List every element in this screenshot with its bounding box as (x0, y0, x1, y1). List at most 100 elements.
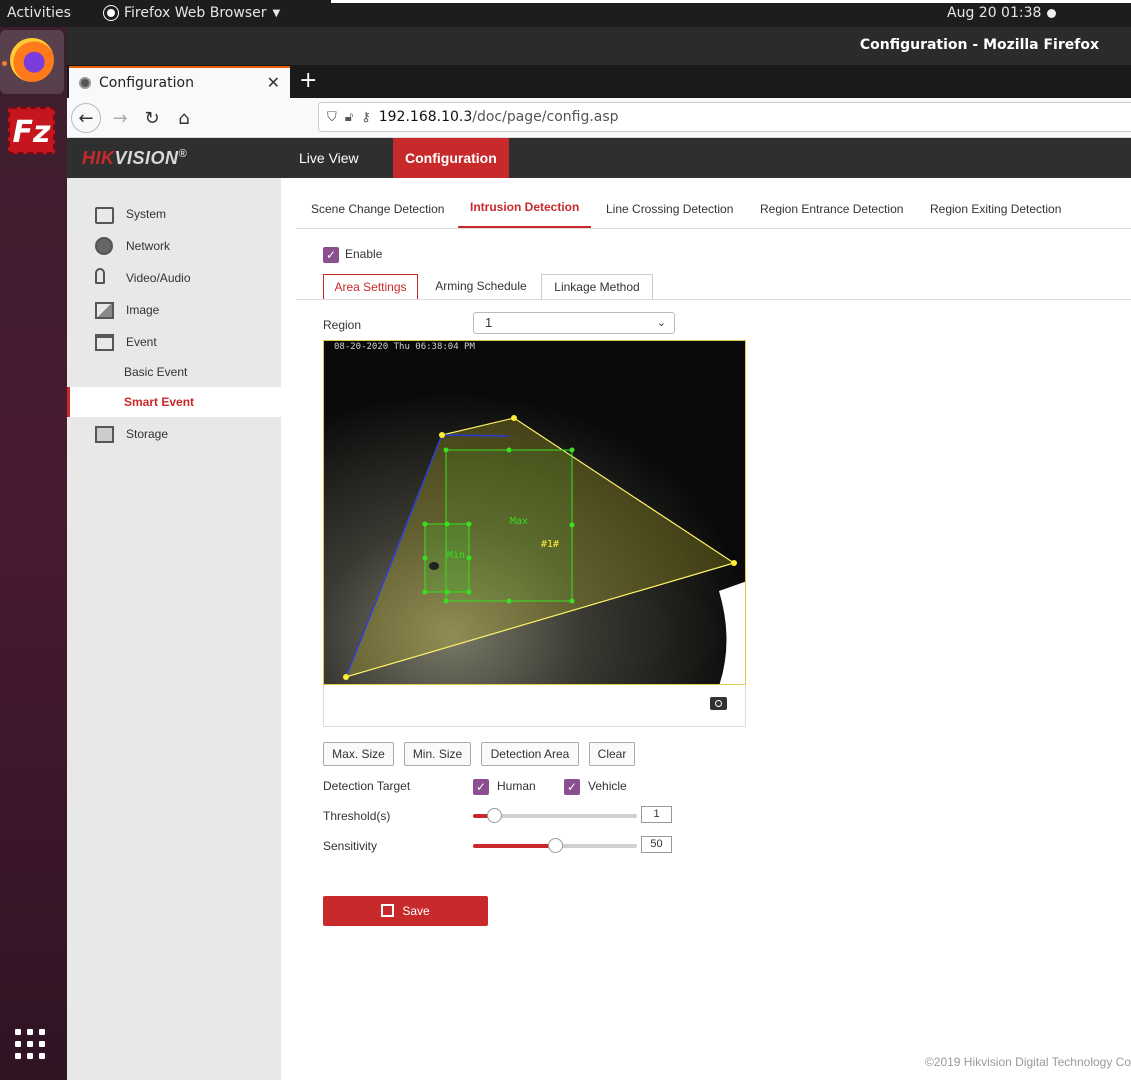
min-label: Min (447, 550, 465, 561)
activities-button[interactable]: Activities (7, 5, 71, 21)
human-label: Human (497, 779, 536, 793)
threshold-slider-handle[interactable] (487, 808, 503, 823)
region-number-label: #1# (541, 539, 559, 550)
region-select[interactable]: 1 ⌄ (473, 312, 675, 334)
camera-favicon-icon (79, 77, 91, 89)
filezilla-icon: Fz (12, 115, 51, 150)
grid-dot-icon (15, 1029, 21, 1035)
sidebar-item-storage[interactable]: Storage (67, 419, 281, 449)
sensitivity-label: Sensitivity (323, 839, 378, 853)
sidebar-item-network[interactable]: Network (67, 231, 281, 261)
sensitivity-slider[interactable] (473, 838, 637, 853)
sensitivity-slider-handle[interactable] (548, 838, 563, 853)
max-size-button[interactable]: Max. Size (323, 742, 394, 766)
logo-vision: VISION (114, 148, 179, 168)
tab-intrusion-detection[interactable]: Intrusion Detection (470, 200, 579, 214)
insecure-lock-icon[interactable]: 🔓︎ (345, 110, 353, 125)
url-bar[interactable]: ⛉ 🔓︎ ⚷ 192.168.10.3/doc/page/config.asp (318, 102, 1131, 132)
sidebar-item-label: Network (126, 239, 171, 253)
threshold-input[interactable]: 1 (641, 806, 672, 823)
home-button[interactable]: ⌂ (169, 103, 199, 133)
url-path: /doc/page/config.asp (472, 109, 619, 125)
sidebar-item-label: Basic Event (124, 365, 188, 379)
tab-line-crossing-detection[interactable]: Line Crossing Detection (606, 202, 733, 216)
sidebar-item-label: Image (126, 303, 160, 317)
threshold-label: Threshold(s) (323, 809, 391, 823)
app-header: HIKVISION® Live View Configuration (67, 138, 1131, 178)
grid-dot-icon (27, 1041, 33, 1047)
detection-area-button[interactable]: Detection Area (481, 742, 579, 766)
sidebar-item-basic-event[interactable]: Basic Event (67, 357, 281, 387)
step-area-settings[interactable]: Area Settings (323, 274, 418, 300)
clock[interactable]: Aug 20 01:38 (947, 5, 1041, 21)
sensitivity-input[interactable]: 50 (641, 836, 672, 853)
steps-divider (296, 299, 1131, 300)
page-load-indicator (331, 0, 1131, 3)
clear-button[interactable]: Clear (589, 742, 635, 766)
sensitivity-slider-fill (473, 844, 555, 848)
video-preview[interactable]: Max Min #1# 08-20-2020 Thu 06:38:04 PM (323, 340, 746, 685)
active-tab-indicator (458, 226, 591, 228)
threshold-slider[interactable] (473, 808, 637, 823)
new-tab-button[interactable]: + (299, 68, 317, 93)
tab-title: Configuration (99, 75, 194, 91)
image-icon (95, 302, 114, 319)
video-timestamp: 08-20-2020 Thu 06:38:04 PM (334, 342, 475, 352)
save-button-label: Save (402, 904, 430, 918)
dock-firefox[interactable] (0, 30, 64, 94)
running-indicator-icon (2, 61, 7, 66)
tab-scene-change-detection[interactable]: Scene Change Detection (311, 202, 444, 216)
sidebar-item-system[interactable]: System (67, 199, 281, 229)
min-size-button[interactable]: Min. Size (404, 742, 471, 766)
human-checkbox[interactable]: ✓ (473, 779, 489, 795)
tab-region-exiting-detection[interactable]: Region Exiting Detection (930, 202, 1061, 216)
menu-configuration[interactable]: Configuration (393, 138, 509, 178)
detection-target-label: Detection Target (323, 779, 411, 793)
video-toolbar (323, 685, 746, 727)
key-icon[interactable]: ⚷ (361, 110, 371, 125)
grid-dot-icon (27, 1053, 33, 1059)
app-menu[interactable]: Firefox Web Browser ▼ (104, 5, 280, 21)
save-button[interactable]: Save (323, 896, 488, 926)
window-titlebar[interactable]: Configuration - Mozilla Firefox (67, 27, 1131, 65)
globe-icon (95, 237, 113, 255)
sidebar-item-smart-event[interactable]: Smart Event (67, 387, 281, 417)
tab-strip: Configuration ✕ + (67, 65, 1131, 98)
grid-dot-icon (39, 1029, 45, 1035)
menu-live-view[interactable]: Live View (287, 138, 371, 178)
sidebar-item-video-audio[interactable]: Video/Audio (67, 263, 281, 293)
step-linkage-method[interactable]: Linkage Method (541, 274, 653, 300)
grid-dot-icon (39, 1041, 45, 1047)
sidebar-item-label: Smart Event (124, 395, 195, 409)
enable-checkbox[interactable]: ✓ (323, 247, 339, 263)
sidebar-item-label: System (126, 207, 167, 221)
show-applications-button[interactable] (15, 1029, 47, 1061)
grid-dot-icon (15, 1041, 21, 1047)
forward-button[interactable]: → (105, 103, 135, 133)
vehicle-checkbox[interactable]: ✓ (564, 779, 580, 795)
back-button[interactable]: ← (71, 103, 101, 133)
step-arming-schedule[interactable]: Arming Schedule (423, 274, 539, 300)
sidebar-item-label: Event (126, 335, 157, 349)
storage-icon (95, 426, 114, 443)
caret-down-icon: ▼ (272, 7, 281, 19)
microphone-icon (95, 268, 105, 284)
shield-icon[interactable]: ⛉ (327, 110, 337, 125)
reload-button[interactable]: ↻ (137, 103, 167, 133)
system-icon (95, 207, 114, 224)
calendar-icon (95, 334, 114, 351)
close-tab-icon[interactable]: ✕ (267, 73, 280, 92)
url-host: 192.168.10.3 (378, 109, 473, 125)
window-title: Configuration - Mozilla Firefox (859, 37, 1099, 53)
camera-snapshot-icon[interactable] (710, 697, 727, 710)
detection-overlay: Max Min #1# (324, 341, 745, 684)
notification-dot-icon (1047, 9, 1056, 18)
sidebar-item-event[interactable]: Event (67, 327, 281, 357)
firefox-icon (10, 38, 54, 82)
sidebar-item-image[interactable]: Image (67, 295, 281, 325)
dock-filezilla[interactable]: Fz (8, 107, 55, 154)
dock: Fz (0, 27, 67, 1080)
region-select-value: 1 (485, 315, 493, 330)
tab-region-entrance-detection[interactable]: Region Entrance Detection (760, 202, 903, 216)
browser-tab[interactable]: Configuration ✕ (69, 66, 290, 98)
